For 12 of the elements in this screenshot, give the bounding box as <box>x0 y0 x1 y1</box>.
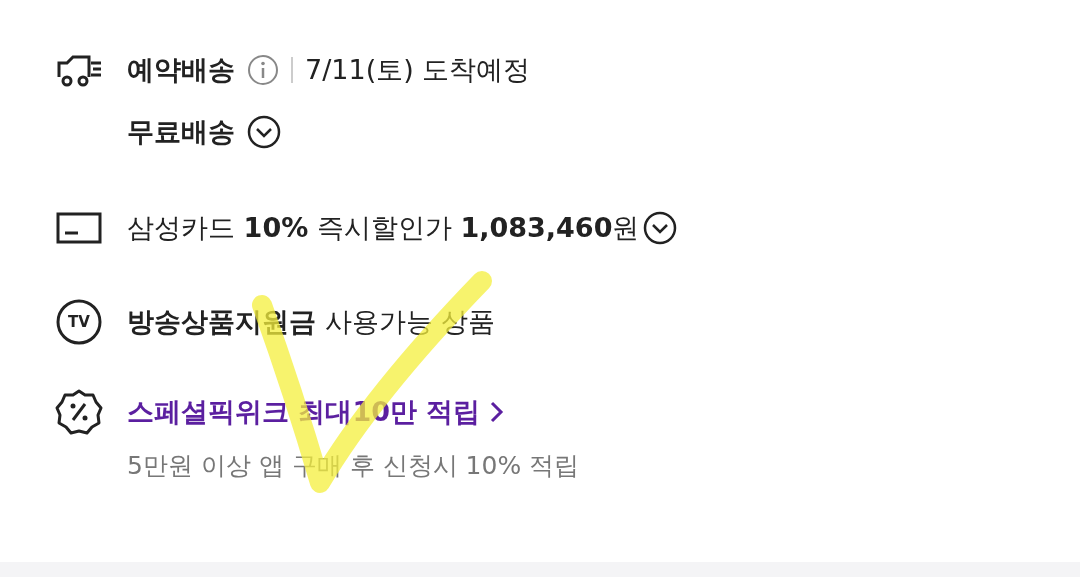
expand-icon[interactable] <box>247 115 281 149</box>
expand-icon[interactable] <box>643 211 678 245</box>
shipping-fee: 무료배송 <box>127 115 235 149</box>
arrival-date: 7/11(토) 도착예정 <box>305 53 531 87</box>
delivery-title: 예약배송 <box>127 53 235 87</box>
card-discount-text: 삼성카드 10% 즉시할인가 1,083,460원 <box>127 211 640 245</box>
info-icon[interactable] <box>247 54 279 86</box>
chevron-right-icon <box>490 400 505 424</box>
truck-icon <box>55 53 103 87</box>
card-icon <box>56 212 102 244</box>
discount-badge-icon <box>55 388 103 436</box>
tv-icon: TV <box>56 299 102 345</box>
